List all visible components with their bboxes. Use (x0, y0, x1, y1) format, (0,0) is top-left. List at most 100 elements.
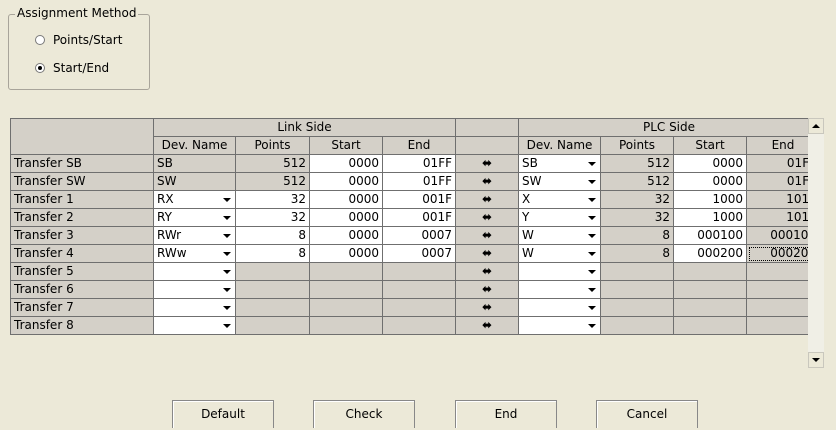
dropdown-arrow-icon[interactable] (219, 245, 235, 262)
dropdown-arrow-icon[interactable] (584, 209, 600, 226)
plc-dev-name-cell[interactable]: Y (518, 208, 601, 227)
plc-dev-name-cell[interactable] (518, 280, 601, 299)
dropdown-arrow-icon[interactable] (219, 209, 235, 226)
arrow-header (455, 136, 519, 155)
dropdown-arrow-icon[interactable] (584, 317, 600, 334)
row-label: Transfer 8 (10, 316, 154, 335)
dropdown-arrow-icon[interactable] (219, 281, 235, 298)
link-dev-name-cell[interactable]: RX (153, 190, 236, 209)
link-start[interactable]: 0000 (309, 226, 383, 245)
row-label: Transfer 2 (10, 208, 154, 227)
arrow-cell: ⬌ (455, 190, 519, 209)
link-dev-name-cell[interactable] (153, 316, 236, 335)
link-start[interactable]: 0000 (309, 190, 383, 209)
table-row: Transfer SW SW 512 0000 01FF ⬌ SW 512 0000 01FF (10, 172, 820, 191)
scroll-up-icon[interactable] (808, 118, 824, 134)
end-button[interactable]: End (455, 400, 557, 428)
radio-label: Points/Start (53, 33, 123, 47)
plc-start (673, 262, 747, 281)
link-dev-name-cell[interactable] (153, 280, 236, 299)
plc-start[interactable]: 000200 (673, 244, 747, 263)
radio-button[interactable] (35, 35, 45, 45)
plc-dev-name-cell[interactable]: W (518, 226, 601, 245)
plc-dev-name-cell[interactable] (518, 262, 601, 281)
plc-dev-name-cell[interactable]: X (518, 190, 601, 209)
link-dev-name-cell[interactable] (153, 298, 236, 317)
dropdown-arrow-icon[interactable] (219, 317, 235, 334)
plc-start[interactable]: 0000 (673, 172, 747, 191)
plc-dev-name: SW (522, 174, 542, 188)
plc-dev-name: W (522, 228, 534, 242)
double-arrow-icon: ⬌ (481, 246, 493, 260)
plc-dev-name-cell[interactable] (518, 298, 601, 317)
link-dev-name: RY (157, 210, 172, 224)
link-dev-name-cell[interactable]: RWr (153, 226, 236, 245)
link-start[interactable]: 0000 (309, 154, 383, 173)
dropdown-arrow-icon[interactable] (584, 245, 600, 262)
row-label: Transfer 4 (10, 244, 154, 263)
plc-points (600, 280, 674, 299)
dropdown-arrow-icon[interactable] (219, 227, 235, 244)
plc-dev-name-cell[interactable]: SW (518, 172, 601, 191)
link-side-header: Link Side (153, 118, 456, 137)
scroll-down-icon[interactable] (808, 352, 824, 368)
link-end[interactable]: 01FF (382, 154, 456, 173)
link-end[interactable]: 001F (382, 208, 456, 227)
link-points[interactable]: 32 (235, 208, 310, 227)
plc-start[interactable]: 000100 (673, 226, 747, 245)
plc-dev-name-cell[interactable]: SB (518, 154, 601, 173)
link-points: 512 (235, 172, 310, 191)
radio-button[interactable] (35, 63, 45, 73)
dropdown-arrow-icon[interactable] (219, 191, 235, 208)
link-dev-name-cell[interactable]: RWw (153, 244, 236, 263)
plc-start[interactable]: 0000 (673, 154, 747, 173)
plc-dev-name-cell[interactable] (518, 316, 601, 335)
plc-dev-name-cell[interactable]: W (518, 244, 601, 263)
link-points[interactable]: 8 (235, 226, 310, 245)
dropdown-arrow-icon[interactable] (219, 299, 235, 316)
col-points: Points (235, 136, 310, 155)
dropdown-arrow-icon[interactable] (584, 173, 600, 190)
arrow-cell: ⬌ (455, 316, 519, 335)
dropdown-arrow-icon[interactable] (584, 281, 600, 298)
cancel-button[interactable]: Cancel (596, 400, 698, 428)
plc-points (600, 298, 674, 317)
link-dev-name-cell: SB (153, 154, 236, 173)
check-button[interactable]: Check (313, 400, 415, 428)
link-end[interactable]: 0007 (382, 226, 456, 245)
link-start[interactable]: 0000 (309, 172, 383, 191)
radio-start-end[interactable]: Start/End (35, 61, 109, 75)
link-start[interactable]: 0000 (309, 244, 383, 263)
plc-start[interactable]: 1000 (673, 208, 747, 227)
assignment-method-title: Assignment Method (15, 6, 139, 20)
plc-points: 32 (600, 190, 674, 209)
plc-start[interactable]: 1000 (673, 190, 747, 209)
dropdown-arrow-icon[interactable] (584, 299, 600, 316)
dropdown-arrow-icon[interactable] (584, 263, 600, 280)
link-points: 512 (235, 154, 310, 173)
plc-points: 8 (600, 244, 674, 263)
link-end[interactable]: 01FF (382, 172, 456, 191)
link-dev-name-cell[interactable]: RY (153, 208, 236, 227)
double-arrow-icon: ⬌ (481, 282, 493, 296)
dropdown-arrow-icon[interactable] (219, 263, 235, 280)
link-start[interactable]: 0000 (309, 208, 383, 227)
link-points[interactable]: 32 (235, 190, 310, 209)
dropdown-arrow-icon[interactable] (584, 191, 600, 208)
default-button[interactable]: Default (172, 400, 274, 428)
plc-dev-name: X (522, 192, 531, 206)
radio-points-start[interactable]: Points/Start (35, 33, 122, 47)
dropdown-arrow-icon[interactable] (584, 227, 600, 244)
plc-dev-name: W (522, 246, 534, 260)
link-dev-name: RX (157, 192, 174, 206)
link-end[interactable]: 0007 (382, 244, 456, 263)
double-arrow-icon: ⬌ (481, 300, 493, 314)
grid-scrollbar[interactable] (808, 118, 824, 368)
table-row: Transfer 8 ⬌ (10, 316, 820, 335)
double-arrow-icon: ⬌ (481, 192, 493, 206)
dropdown-arrow-icon[interactable] (584, 155, 600, 172)
link-dev-name-cell[interactable] (153, 262, 236, 281)
link-end[interactable]: 001F (382, 190, 456, 209)
table-row: Transfer 2 RY 32 0000 001F ⬌ Y 32 1000 101F (10, 208, 820, 227)
link-points[interactable]: 8 (235, 244, 310, 263)
